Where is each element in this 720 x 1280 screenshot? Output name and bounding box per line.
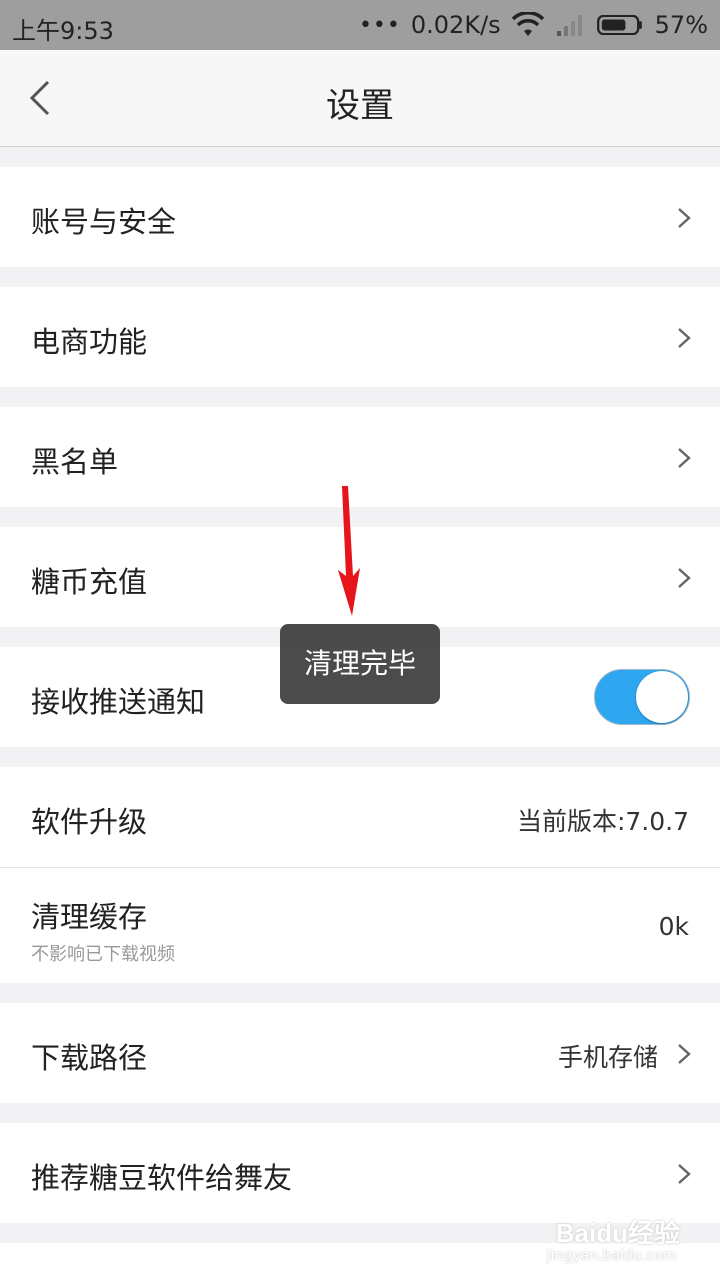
row-label: 软件升级 [31, 805, 148, 839]
battery-percent: 57% [654, 11, 708, 39]
watermark-url: jingyan.baidu.com [546, 1248, 676, 1264]
push-notification-toggle[interactable] [594, 669, 690, 725]
chevron-right-icon [678, 1164, 691, 1184]
annotation-arrow-icon [338, 486, 360, 616]
current-version: 当前版本:7.0.7 [516, 807, 689, 836]
row-label: 接收推送通知 [31, 685, 206, 719]
download-path-value: 手机存储 [557, 1043, 658, 1072]
chevron-right-icon [678, 328, 691, 348]
more-dots-icon: ••• [358, 12, 401, 38]
row-label: 电商功能 [31, 325, 148, 359]
row-label: 黑名单 [31, 445, 119, 479]
battery-icon [596, 15, 642, 35]
row-label: 清理缓存 [31, 900, 148, 934]
settings-row-download-path[interactable]: 下载路径 手机存储 [0, 1003, 720, 1103]
wifi-icon [511, 12, 544, 36]
cache-size: 0k [658, 912, 689, 941]
chevron-right-icon [678, 208, 691, 228]
row-sublabel: 不影响已下载视频 [31, 944, 175, 965]
settings-row-ecommerce[interactable]: 电商功能 [0, 287, 720, 387]
toggle-knob [636, 671, 688, 723]
status-bar: 上午9:53 ••• 0.02K/s 57% [0, 0, 720, 50]
watermark-logo: Baidu经验 [555, 1218, 680, 1248]
status-time: 上午9:53 [12, 17, 114, 45]
nav-bar: 设置 [0, 50, 720, 147]
row-label: 账号与安全 [31, 205, 177, 239]
chevron-right-icon [678, 448, 691, 468]
row-label: 糖币充值 [31, 565, 148, 599]
settings-row-software-update[interactable]: 软件升级 当前版本:7.0.7 [0, 767, 720, 867]
toast-message: 清理完毕 [280, 624, 440, 704]
signal-icon [556, 15, 582, 36]
row-label: 推荐糖豆软件给舞友 [31, 1161, 293, 1195]
row-label: 下载路径 [31, 1041, 148, 1075]
network-speed: 0.02K/s [410, 11, 501, 39]
chevron-right-icon [678, 1044, 691, 1064]
settings-row-clear-cache[interactable]: 清理缓存 不影响已下载视频 0k [0, 868, 720, 983]
page-title: 设置 [326, 86, 394, 126]
status-right: ••• 0.02K/s 57% [359, 11, 708, 39]
settings-row-account-security[interactable]: 账号与安全 [0, 167, 720, 267]
settings-row-recommend[interactable]: 推荐糖豆软件给舞友 [0, 1123, 720, 1223]
chevron-right-icon [678, 568, 691, 588]
